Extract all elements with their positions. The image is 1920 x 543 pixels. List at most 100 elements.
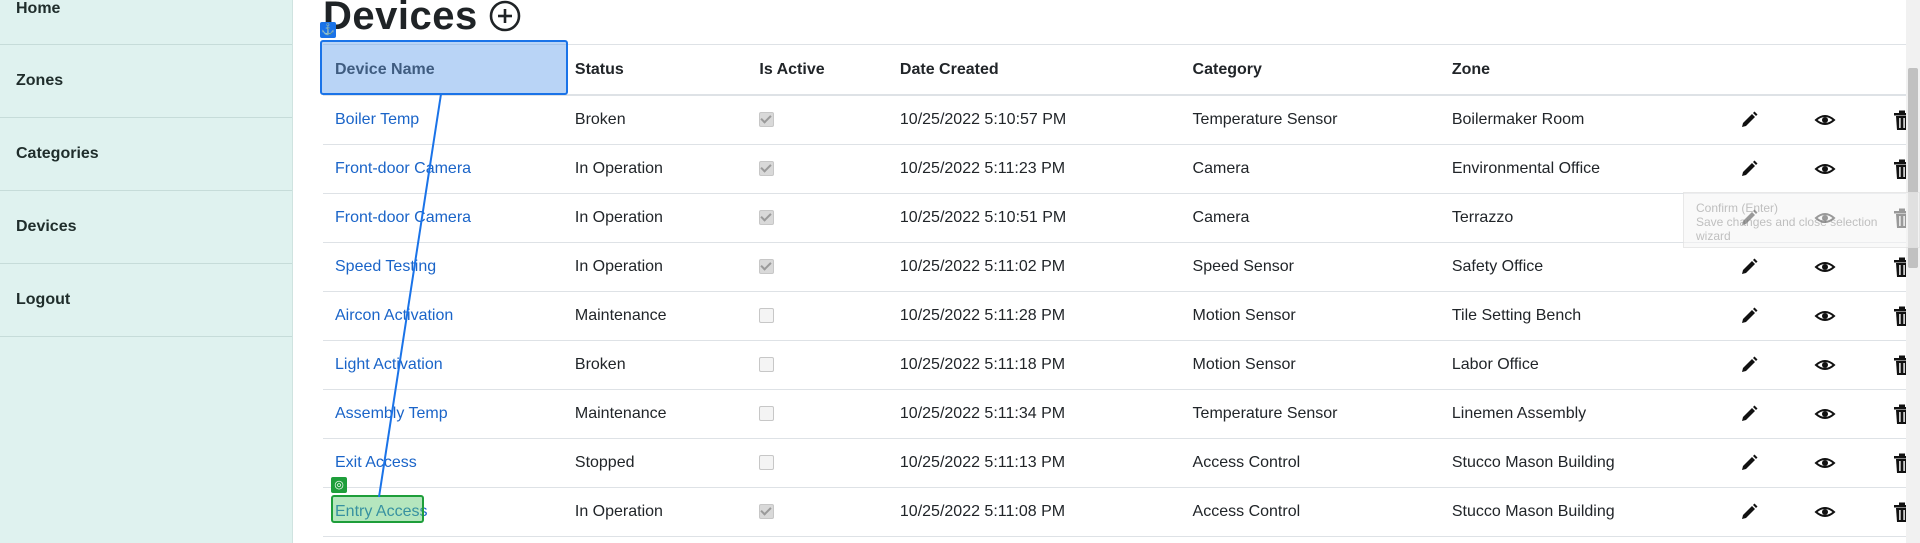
eye-icon[interactable] [1814, 158, 1836, 180]
is-active-checkbox [759, 406, 775, 422]
sidebar-item-label: Zones [16, 72, 64, 89]
eye-icon[interactable] [1814, 256, 1836, 278]
category-cell: Access Control [1180, 438, 1440, 488]
category-cell: Temperature Sensor [1180, 95, 1440, 145]
pencil-icon[interactable] [1738, 452, 1760, 474]
table-row: Boiler Temp Broken 10/25/2022 5:10:57 PM Te… [323, 95, 1913, 145]
status-cell: Broken [562, 95, 748, 145]
category-cell: Camera [1180, 193, 1440, 243]
table-row: Speed Testing In Operation 10/25/2022 5:11… [323, 242, 1913, 292]
pencil-icon[interactable] [1738, 158, 1760, 180]
sidebar-item-logout[interactable]: Logout [0, 264, 292, 337]
device-name-link[interactable]: Light Activation [335, 356, 443, 373]
table-row: Front-door Camera In Operation 10/25/2022 … [323, 193, 1913, 243]
tooltip-title: Confirm (Enter) [1696, 201, 1779, 215]
device-name-link[interactable]: Aircon Activation [335, 307, 453, 324]
sidebar-item-label: Devices [16, 218, 77, 235]
column-header-date-created: Date Created [887, 44, 1181, 96]
category-cell: Access Control [1180, 487, 1440, 537]
pencil-icon[interactable] [1738, 501, 1760, 523]
pencil-icon[interactable] [1738, 403, 1760, 425]
is-active-checkbox [759, 357, 775, 373]
status-cell: Maintenance [562, 389, 748, 439]
eye-icon[interactable] [1814, 452, 1836, 474]
date-created-cell: 10/25/2022 5:11:02 PM [887, 242, 1181, 292]
vertical-scrollbar[interactable] [1906, 0, 1920, 543]
date-created-cell: 10/25/2022 5:11:18 PM [887, 340, 1181, 390]
sidebar-item-home[interactable]: Home [0, 0, 292, 45]
device-name-link[interactable]: Speed Testing [335, 258, 436, 275]
category-cell: Motion Sensor [1180, 291, 1440, 341]
sidebar-item-categories[interactable]: Categories [0, 118, 292, 191]
status-cell: Maintenance [562, 291, 748, 341]
view-cell [1802, 438, 1879, 488]
tooltip-text: Save changes and close selection wizard [1696, 215, 1878, 243]
category-cell: Motion Sensor [1180, 340, 1440, 390]
edit-cell [1725, 389, 1803, 439]
column-header-is-active: Is Active [747, 44, 888, 96]
status-cell: In Operation [562, 242, 748, 292]
sidebar: Home Zones Categories Devices Logout [0, 0, 293, 543]
page-title: Devices [323, 0, 478, 38]
is-active-checkbox [759, 259, 775, 275]
view-cell [1802, 95, 1879, 145]
category-cell: Speed Sensor [1180, 242, 1440, 292]
edit-cell [1725, 487, 1803, 537]
date-created-cell: 10/25/2022 5:11:28 PM [887, 291, 1181, 341]
pencil-icon[interactable] [1738, 256, 1760, 278]
zone-cell: Linemen Assembly [1439, 389, 1726, 439]
is-active-checkbox [759, 504, 775, 520]
eye-icon[interactable] [1814, 403, 1836, 425]
is-active-checkbox [759, 161, 775, 177]
faded-tooltip: Confirm (Enter) Save changes and close s… [1683, 192, 1920, 248]
eye-icon[interactable] [1814, 501, 1836, 523]
edit-cell [1725, 144, 1803, 194]
zone-cell: Labor Office [1439, 340, 1726, 390]
pencil-icon[interactable] [1738, 354, 1760, 376]
date-created-cell: 10/25/2022 5:11:08 PM [887, 487, 1181, 537]
view-cell [1802, 340, 1879, 390]
anchor-icon: ⚓ [320, 22, 336, 38]
category-cell: Temperature Sensor [1180, 389, 1440, 439]
edit-cell [1725, 242, 1803, 292]
sidebar-item-zones[interactable]: Zones [0, 45, 292, 118]
edit-cell [1725, 291, 1803, 341]
date-created-cell: 10/25/2022 5:11:23 PM [887, 144, 1181, 194]
pencil-icon[interactable] [1738, 109, 1760, 131]
date-created-cell: 10/25/2022 5:10:51 PM [887, 193, 1181, 243]
sidebar-item-devices[interactable]: Devices [0, 191, 292, 264]
eye-icon[interactable] [1814, 354, 1836, 376]
drag-source-highlight [320, 40, 568, 95]
table-row: Aircon Activation Maintenance 10/25/2022 5… [323, 291, 1913, 341]
devices-table: Device Name Status Is Active Date Create… [323, 44, 1913, 537]
zone-cell: Tile Setting Bench [1439, 291, 1726, 341]
is-active-checkbox [759, 308, 775, 324]
is-active-checkbox [759, 112, 775, 128]
is-active-checkbox [759, 455, 775, 471]
drag-target-highlight [331, 495, 424, 523]
plus-circle-icon[interactable] [488, 0, 522, 33]
zone-cell: Environmental Office [1439, 144, 1726, 194]
device-name-link[interactable]: Boiler Temp [335, 111, 419, 128]
device-name-link[interactable]: Assembly Temp [335, 405, 448, 422]
sidebar-item-label: Categories [16, 145, 99, 162]
eye-icon[interactable] [1814, 305, 1836, 327]
page-header: Devices [323, 0, 522, 44]
pencil-icon[interactable] [1738, 305, 1760, 327]
device-name-link[interactable]: Front-door Camera [335, 160, 471, 177]
status-cell: In Operation [562, 144, 748, 194]
device-name-link[interactable]: Exit Access [335, 454, 417, 471]
date-created-cell: 10/25/2022 5:10:57 PM [887, 95, 1181, 145]
edit-cell [1725, 438, 1803, 488]
status-cell: Broken [562, 340, 748, 390]
device-name-link[interactable]: Front-door Camera [335, 209, 471, 226]
eye-icon[interactable] [1814, 109, 1836, 131]
column-header-category: Category [1180, 44, 1440, 96]
column-header-status: Status [562, 44, 748, 96]
date-created-cell: 10/25/2022 5:11:13 PM [887, 438, 1181, 488]
table-row: Light Activation Broken 10/25/2022 5:11:18… [323, 340, 1913, 390]
table-row: Assembly Temp Maintenance 10/25/2022 5:11:… [323, 389, 1913, 439]
edit-cell [1725, 95, 1803, 145]
status-cell: In Operation [562, 487, 748, 537]
view-cell [1802, 242, 1879, 292]
